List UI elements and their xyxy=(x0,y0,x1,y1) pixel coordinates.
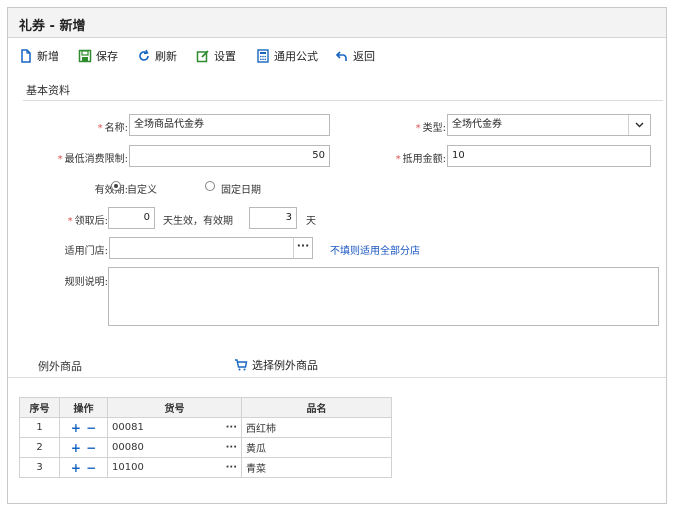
choose-exceptions-button[interactable]: 选择例外商品 xyxy=(234,357,318,373)
remove-row-icon[interactable]: − xyxy=(85,441,97,455)
store-label: 适用门店: xyxy=(64,246,108,257)
type-label: * 类型: xyxy=(415,123,446,134)
new-button[interactable]: 新增 xyxy=(19,48,59,64)
row-code-cell[interactable]: 00081 ··· xyxy=(107,417,242,438)
settings-button-label: 设置 xyxy=(214,50,236,63)
valid-days-input[interactable]: 3 xyxy=(249,207,297,229)
add-row-icon[interactable]: + xyxy=(70,421,82,435)
name-label: * 名称: xyxy=(97,123,128,134)
type-select[interactable]: 全场代金券 xyxy=(447,114,651,136)
table-row: 2 + − 00080 ··· 黄瓜 xyxy=(19,437,392,458)
back-button-label: 返回 xyxy=(353,50,375,63)
row-name: 西红柿 xyxy=(241,417,392,438)
new-doc-icon xyxy=(21,49,31,63)
exceptions-divider xyxy=(8,377,666,378)
window-title: 礼券 - 新增 xyxy=(19,19,86,34)
rule-textarea[interactable] xyxy=(108,267,659,326)
row-seq: 2 xyxy=(19,437,60,458)
form-window: 礼券 - 新增 新增 保存 刷新 设置 通用公式 返回 基本资料 * 名称: 全… xyxy=(7,7,667,504)
choose-exceptions-label: 选择例外商品 xyxy=(252,359,318,372)
row-seq: 3 xyxy=(19,457,60,478)
row-ops: + − xyxy=(59,437,108,458)
store-input[interactable]: ··· xyxy=(109,237,313,259)
basic-section-divider xyxy=(23,100,663,101)
row-code-cell[interactable]: 10100 ··· xyxy=(107,457,242,478)
formula-button[interactable]: 通用公式 xyxy=(256,48,318,64)
formula-button-label: 通用公式 xyxy=(274,50,318,63)
save-icon xyxy=(78,49,92,63)
row-seq: 1 xyxy=(19,417,60,438)
deduct-input[interactable]: 10 xyxy=(447,145,651,167)
toolbar: 新增 保存 刷新 设置 通用公式 返回 xyxy=(8,39,666,72)
validity-fixed-label: 固定日期 xyxy=(221,185,261,196)
validity-custom-label: 自定义 xyxy=(127,185,157,196)
name-input[interactable]: 全场商品代金券 xyxy=(129,114,330,136)
back-arrow-icon xyxy=(335,51,347,61)
rule-label: 规则说明: xyxy=(64,277,108,288)
row-code: 00081 xyxy=(112,422,144,433)
validity-custom-radio[interactable] xyxy=(111,181,121,191)
cart-icon xyxy=(235,359,248,371)
basic-section-title: 基本资料 xyxy=(26,84,70,97)
code-picker-button[interactable]: ··· xyxy=(226,422,237,433)
title-bar: 礼券 - 新增 xyxy=(8,8,666,38)
row-name: 黄瓜 xyxy=(241,437,392,458)
effect-text: 天生效，有效期 xyxy=(163,216,233,227)
chevron-down-icon[interactable] xyxy=(628,115,650,135)
code-picker-button[interactable]: ··· xyxy=(226,442,237,453)
new-button-label: 新增 xyxy=(37,50,59,63)
table-header-row: 序号 操作 货号 品名 xyxy=(19,397,392,418)
min-spend-label: * 最低消费限制: xyxy=(57,154,128,165)
after-get-label: * 领取后: xyxy=(67,216,108,227)
back-button[interactable]: 返回 xyxy=(335,48,375,64)
col-seq: 序号 xyxy=(19,397,60,418)
row-name: 青菜 xyxy=(241,457,392,478)
col-name: 品名 xyxy=(241,397,392,418)
refresh-icon xyxy=(139,49,149,61)
row-ops: + − xyxy=(59,457,108,478)
add-row-icon[interactable]: + xyxy=(70,441,82,455)
table-row: 1 + − 00081 ··· 西红柿 xyxy=(19,417,392,438)
table-row: 3 + − 10100 ··· 青菜 xyxy=(19,457,392,478)
calculator-icon xyxy=(257,49,269,63)
type-select-value: 全场代金券 xyxy=(452,119,502,130)
days-unit: 天 xyxy=(306,216,316,227)
min-spend-input[interactable]: 50 xyxy=(129,145,330,167)
row-code: 10100 xyxy=(112,462,144,473)
save-button-label: 保存 xyxy=(96,50,118,63)
row-code-cell[interactable]: 00080 ··· xyxy=(107,437,242,458)
remove-row-icon[interactable]: − xyxy=(85,421,97,435)
refresh-button-label: 刷新 xyxy=(155,50,177,63)
exceptions-section-title: 例外商品 xyxy=(38,360,82,373)
edit-icon xyxy=(196,50,209,63)
row-code: 00080 xyxy=(112,442,144,453)
refresh-button[interactable]: 刷新 xyxy=(137,48,177,64)
remove-row-icon[interactable]: − xyxy=(85,461,97,475)
deduct-label: * 抵用金额: xyxy=(395,154,446,165)
col-code: 货号 xyxy=(107,397,242,418)
save-button[interactable]: 保存 xyxy=(78,48,118,64)
row-ops: + − xyxy=(59,417,108,438)
add-row-icon[interactable]: + xyxy=(70,461,82,475)
effect-days-input[interactable]: 0 xyxy=(108,207,155,229)
store-picker-button[interactable]: ··· xyxy=(293,238,312,258)
col-op: 操作 xyxy=(59,397,108,418)
exceptions-table: 序号 操作 货号 品名 1 + − 00081 ··· 西红柿 2 + − 000… xyxy=(19,397,392,478)
validity-fixed-radio[interactable] xyxy=(205,181,215,191)
store-hint-link[interactable]: 不填则适用全部分店 xyxy=(330,242,420,257)
settings-button[interactable]: 设置 xyxy=(196,48,236,64)
code-picker-button[interactable]: ··· xyxy=(226,462,237,473)
